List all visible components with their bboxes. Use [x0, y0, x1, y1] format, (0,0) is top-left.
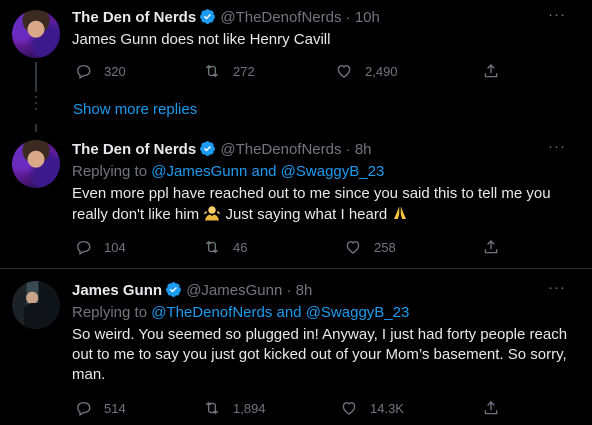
replying-to-link[interactable]: @JamesGunn and @SwaggyB_23: [151, 163, 384, 180]
timestamp[interactable]: 8h: [296, 282, 313, 299]
author-handle[interactable]: @TheDenofNerds: [220, 141, 341, 158]
like-icon: [346, 241, 360, 254]
tweet-header: The Den of Nerds @TheDenofNerds · 10h: [72, 8, 580, 28]
reply-count: 104: [104, 239, 126, 255]
author-handle[interactable]: @JamesGunn: [186, 282, 282, 299]
more-icon[interactable]: ···: [548, 7, 566, 22]
reply-button[interactable]: 104: [74, 238, 126, 256]
share-icon: [484, 64, 498, 78]
share-button[interactable]: [482, 399, 500, 417]
retweet-button[interactable]: 46: [203, 238, 247, 256]
like-button[interactable]: 258: [344, 238, 396, 256]
retweet-count: 46: [233, 239, 248, 255]
reply-icon: [77, 65, 91, 79]
tweet-actions: 320 272 2,490: [74, 62, 504, 82]
tweet-actions: 514 1,894 14.3K: [74, 399, 504, 419]
avatar[interactable]: [12, 281, 60, 329]
replying-to: Replying to @JamesGunn and @SwaggyB_23: [72, 162, 580, 182]
share-button[interactable]: [482, 62, 500, 80]
verified-badge-icon: [200, 141, 216, 156]
like-count: 14.3K: [370, 400, 404, 416]
reply-button[interactable]: 320: [74, 62, 126, 80]
avatar[interactable]: [12, 10, 60, 58]
thread-dots: [35, 96, 37, 114]
reply-count: 320: [104, 63, 126, 79]
author-handle[interactable]: @TheDenofNerds: [220, 9, 341, 26]
retweet-count: 1,894: [233, 400, 266, 416]
author-name[interactable]: James Gunn: [72, 282, 162, 299]
retweet-button[interactable]: 1,894: [203, 399, 266, 417]
reply-button[interactable]: 514: [74, 399, 126, 417]
tweet-header: James Gunn @JamesGunn · 8h: [72, 281, 580, 301]
thread-line: [35, 124, 37, 132]
like-count: 258: [374, 239, 396, 255]
like-icon: [337, 65, 351, 78]
thread-line: [35, 62, 37, 92]
timestamp[interactable]: 8h: [355, 141, 372, 158]
share-icon: [484, 401, 498, 415]
replying-to: Replying to @TheDenofNerds and @SwaggyB_…: [72, 303, 580, 323]
show-more-replies-link[interactable]: Show more replies: [73, 101, 197, 118]
person-shrug-emoji: [204, 206, 221, 221]
replying-prefix: Replying to: [72, 163, 152, 180]
tweet-text: So weird. You seemed so plugged in! Anyw…: [72, 326, 568, 383]
folded-hands-emoji: [394, 206, 407, 219]
tweet-2[interactable]: The Den of Nerds @TheDenofNerds · 8h ···…: [0, 124, 592, 268]
replying-prefix: Replying to: [72, 304, 152, 321]
replying-to-link[interactable]: @TheDenofNerds and @SwaggyB_23: [151, 304, 409, 321]
separator: ·: [345, 141, 351, 158]
reply-icon: [77, 402, 91, 416]
separator: ·: [345, 9, 351, 26]
retweet-button[interactable]: 272: [203, 62, 255, 80]
separator: ·: [286, 282, 292, 299]
share-icon: [484, 240, 498, 254]
timestamp[interactable]: 10h: [355, 9, 380, 26]
tweet-text: Even more ppl have reached out to me sin…: [72, 184, 580, 225]
reply-count: 514: [104, 400, 126, 416]
like-count: 2,490: [365, 63, 398, 79]
tweet-actions: 104 46 258: [74, 238, 504, 258]
retweet-icon: [205, 240, 219, 254]
tweet-header: The Den of Nerds @TheDenofNerds · 8h: [72, 140, 580, 160]
avatar[interactable]: [12, 140, 60, 188]
verified-badge-icon: [200, 9, 216, 24]
more-icon[interactable]: ···: [548, 280, 566, 295]
like-icon: [342, 402, 356, 415]
tweet-3[interactable]: James Gunn @JamesGunn · 8h ··· Replying …: [0, 269, 592, 425]
retweet-icon: [205, 64, 219, 78]
retweet-count: 272: [233, 63, 255, 79]
share-button[interactable]: [482, 238, 500, 256]
like-button[interactable]: 2,490: [335, 62, 398, 80]
verified-badge-icon: [166, 282, 181, 297]
reply-icon: [77, 241, 91, 255]
tweet-1[interactable]: The Den of Nerds @TheDenofNerds · 10h ··…: [0, 0, 592, 96]
more-icon[interactable]: ···: [548, 139, 566, 154]
author-name[interactable]: The Den of Nerds: [72, 141, 196, 158]
tweet-text: James Gunn does not like Henry Cavill: [72, 31, 331, 48]
like-button[interactable]: 14.3K: [340, 399, 404, 417]
tweet-text-suffix: Just saying what I heard: [225, 206, 388, 223]
author-name[interactable]: The Den of Nerds: [72, 9, 196, 26]
retweet-icon: [205, 401, 219, 415]
